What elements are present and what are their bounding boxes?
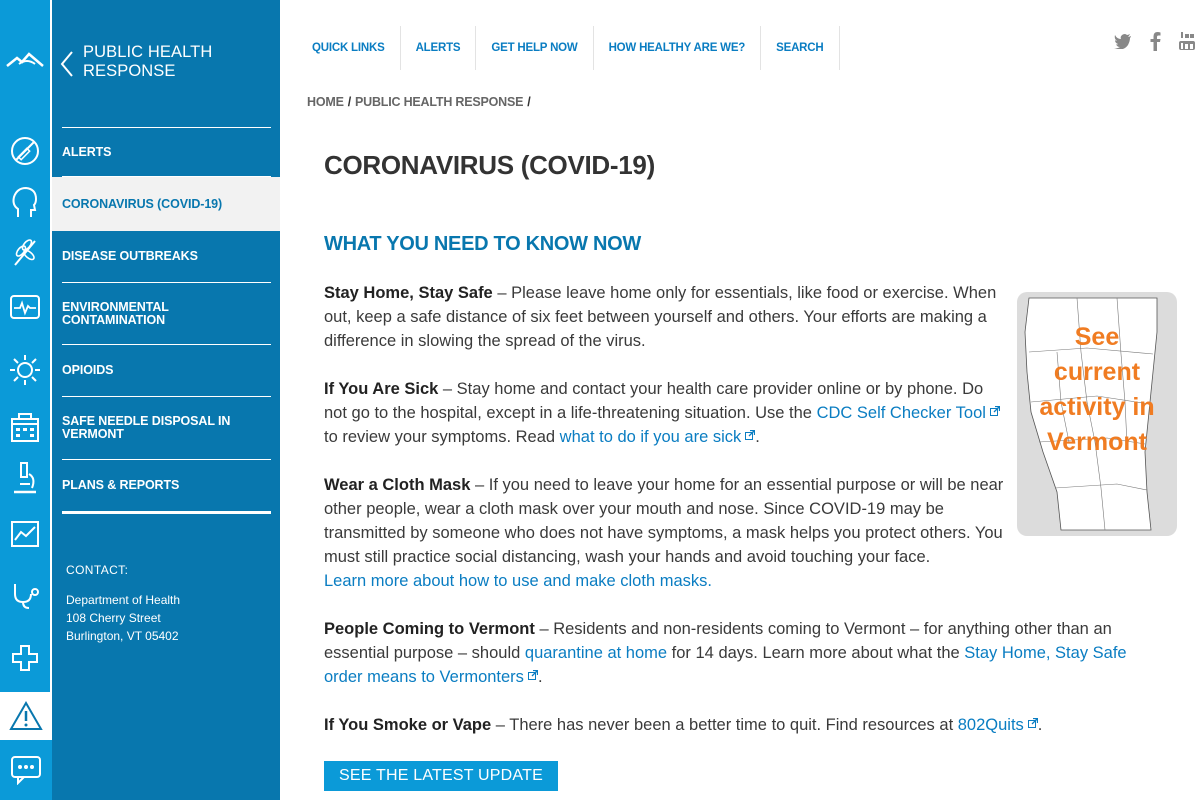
- cloth-masks-link[interactable]: Learn more about how to use and make clo…: [324, 572, 712, 590]
- sidebar-item-label: PLANS & REPORTS: [62, 478, 180, 492]
- warning-icon[interactable]: [0, 694, 52, 738]
- paragraph-heading: People Coming to Vermont: [324, 620, 535, 638]
- head-icon[interactable]: [0, 182, 50, 222]
- sidebar-item-label: ENVIRONMENTAL CONTAMINATION: [62, 299, 169, 327]
- paragraph-heading: If You Smoke or Vape: [324, 716, 492, 734]
- breadcrumb-separator: /: [347, 95, 352, 109]
- microscope-icon[interactable]: [0, 458, 50, 498]
- see-latest-update-button[interactable]: SEE THE LATEST UPDATE: [324, 761, 558, 791]
- paragraph-text: to review your symptoms. Read: [324, 428, 560, 446]
- sidebar-item-label: CORONAVIRUS (COVID-19): [62, 196, 223, 211]
- sidebar-item-label: SAFE NEEDLE DISPOSAL IN VERMONT: [62, 414, 231, 441]
- facebook-icon[interactable]: [1144, 30, 1166, 52]
- social-links: [1112, 30, 1198, 52]
- sun-icon[interactable]: [0, 350, 50, 390]
- contact-city: Burlington, VT 05402: [66, 629, 179, 643]
- paragraph-text: .: [537, 668, 543, 686]
- breadcrumb: HOME / PUBLIC HEALTH RESPONSE /: [307, 95, 535, 109]
- external-link-icon: [745, 430, 756, 440]
- link-text: what to do if you are sick: [559, 428, 742, 446]
- heart-monitor-icon[interactable]: [0, 288, 50, 328]
- paragraph-cloth-mask: Wear a Cloth Mask – If you need to leave…: [324, 473, 1009, 593]
- breadcrumb-section[interactable]: PUBLIC HEALTH RESPONSE: [355, 95, 524, 109]
- chat-icon[interactable]: [0, 740, 52, 800]
- external-link-icon: [527, 670, 538, 680]
- building-icon[interactable]: [0, 407, 50, 447]
- vermont-activity-map-link[interactable]: See current activity in Vermont: [1017, 292, 1177, 536]
- cdc-self-checker-link[interactable]: CDC Self Checker Tool: [817, 404, 1000, 422]
- sidebar-item-label: OPIOIDS: [62, 363, 114, 377]
- sidebar-item-label: DISEASE OUTBREAKS: [62, 249, 198, 263]
- sidebar-item-opioids[interactable]: OPIOIDS: [62, 345, 271, 397]
- logo-icon[interactable]: [0, 30, 50, 90]
- top-nav: QUICK LINKS ALERTS GET HELP NOW HOW HEAL…: [297, 26, 840, 70]
- contact-block: CONTACT: Department of Health 108 Cherry…: [66, 563, 180, 645]
- link-text: CDC Self Checker Tool: [816, 404, 986, 422]
- sidebar-nav: ALERTS CORONAVIRUS (COVID-19) DISEASE OU…: [52, 127, 280, 514]
- main-content: CORONAVIRUS (COVID-19) WHAT YOU NEED TO …: [324, 150, 1184, 791]
- paragraph-if-sick: If You Are Sick – Stay home and contact …: [324, 377, 1009, 449]
- section-title: WHAT YOU NEED TO KNOW NOW: [324, 233, 641, 255]
- promo-line: current: [1053, 358, 1141, 386]
- external-link-icon: [1027, 718, 1038, 728]
- 802quits-link[interactable]: 802Quits: [958, 716, 1038, 734]
- paragraph-heading: Wear a Cloth Mask: [324, 476, 471, 494]
- sidebar-item-label: ALERTS: [62, 144, 112, 159]
- youtube-icon[interactable]: [1176, 30, 1198, 52]
- external-link-icon: [989, 406, 1000, 416]
- nav-alerts[interactable]: ALERTS: [401, 26, 477, 70]
- paragraph-smoke-vape: If You Smoke or Vape – There has never b…: [324, 713, 1159, 737]
- link-text: 802Quits: [957, 716, 1024, 734]
- chart-icon[interactable]: [0, 514, 50, 554]
- plus-icon[interactable]: [0, 638, 50, 678]
- paragraph-text: .: [755, 428, 760, 446]
- sidebar-title[interactable]: PUBLIC HEALTH RESPONSE: [83, 43, 273, 81]
- paragraph-coming-to-vermont: People Coming to Vermont – Residents and…: [324, 617, 1159, 689]
- nav-quick-links[interactable]: QUICK LINKS: [297, 26, 401, 70]
- nav-get-help-now[interactable]: GET HELP NOW: [476, 26, 594, 70]
- contact-label: CONTACT:: [66, 563, 129, 577]
- promo-caption: See current activity in Vermont: [1017, 320, 1177, 460]
- what-to-do-if-sick-link[interactable]: what to do if you are sick: [560, 428, 756, 446]
- contact-street: 108 Cherry Street: [66, 611, 161, 625]
- nav-how-healthy[interactable]: HOW HEALTHY ARE WE?: [594, 26, 762, 70]
- sidebar-item-coronavirus[interactable]: CORONAVIRUS (COVID-19): [52, 177, 280, 231]
- paragraph-text: for 14 days. Learn more about what the: [667, 644, 965, 662]
- paragraph-stay-home: Stay Home, Stay Safe – Please leave home…: [324, 281, 1009, 353]
- breadcrumb-separator: /: [527, 95, 531, 109]
- paragraph-text: – There has never been a better time to …: [491, 716, 958, 734]
- paragraph-heading: If You Are Sick: [324, 380, 439, 398]
- icon-rail: [0, 0, 52, 800]
- promo-line: Vermont: [1046, 428, 1148, 456]
- nav-search[interactable]: SEARCH: [761, 26, 840, 70]
- quarantine-at-home-link[interactable]: quarantine at home: [525, 644, 667, 662]
- sidebar-item-alerts[interactable]: ALERTS: [62, 128, 271, 177]
- sidebar-item-environmental[interactable]: ENVIRONMENTAL CONTAMINATION: [62, 283, 271, 345]
- chevron-left-icon[interactable]: [58, 50, 76, 78]
- twitter-icon[interactable]: [1112, 30, 1134, 52]
- sidebar-item-needle-disposal[interactable]: SAFE NEEDLE DISPOSAL IN VERMONT: [62, 397, 271, 460]
- page-title: CORONAVIRUS (COVID-19): [324, 150, 655, 180]
- promo-line: activity in: [1039, 393, 1155, 421]
- sidebar-item-plans-reports[interactable]: PLANS & REPORTS: [62, 460, 271, 514]
- sidebar-header: PUBLIC HEALTH RESPONSE: [52, 0, 280, 110]
- paragraph-heading: Stay Home, Stay Safe: [324, 284, 493, 302]
- sidebar-item-disease-outbreaks[interactable]: DISEASE OUTBREAKS: [62, 231, 271, 283]
- promo-line: See: [1074, 323, 1120, 351]
- stethoscope-icon[interactable]: [0, 576, 50, 616]
- leaf-icon[interactable]: [0, 232, 50, 272]
- no-smoking-icon[interactable]: [0, 131, 50, 171]
- breadcrumb-home[interactable]: HOME: [307, 95, 344, 109]
- contact-org: Department of Health: [66, 593, 181, 607]
- paragraph-text: .: [1037, 716, 1043, 734]
- section-sidebar: PUBLIC HEALTH RESPONSE ALERTS CORONAVIRU…: [52, 0, 280, 800]
